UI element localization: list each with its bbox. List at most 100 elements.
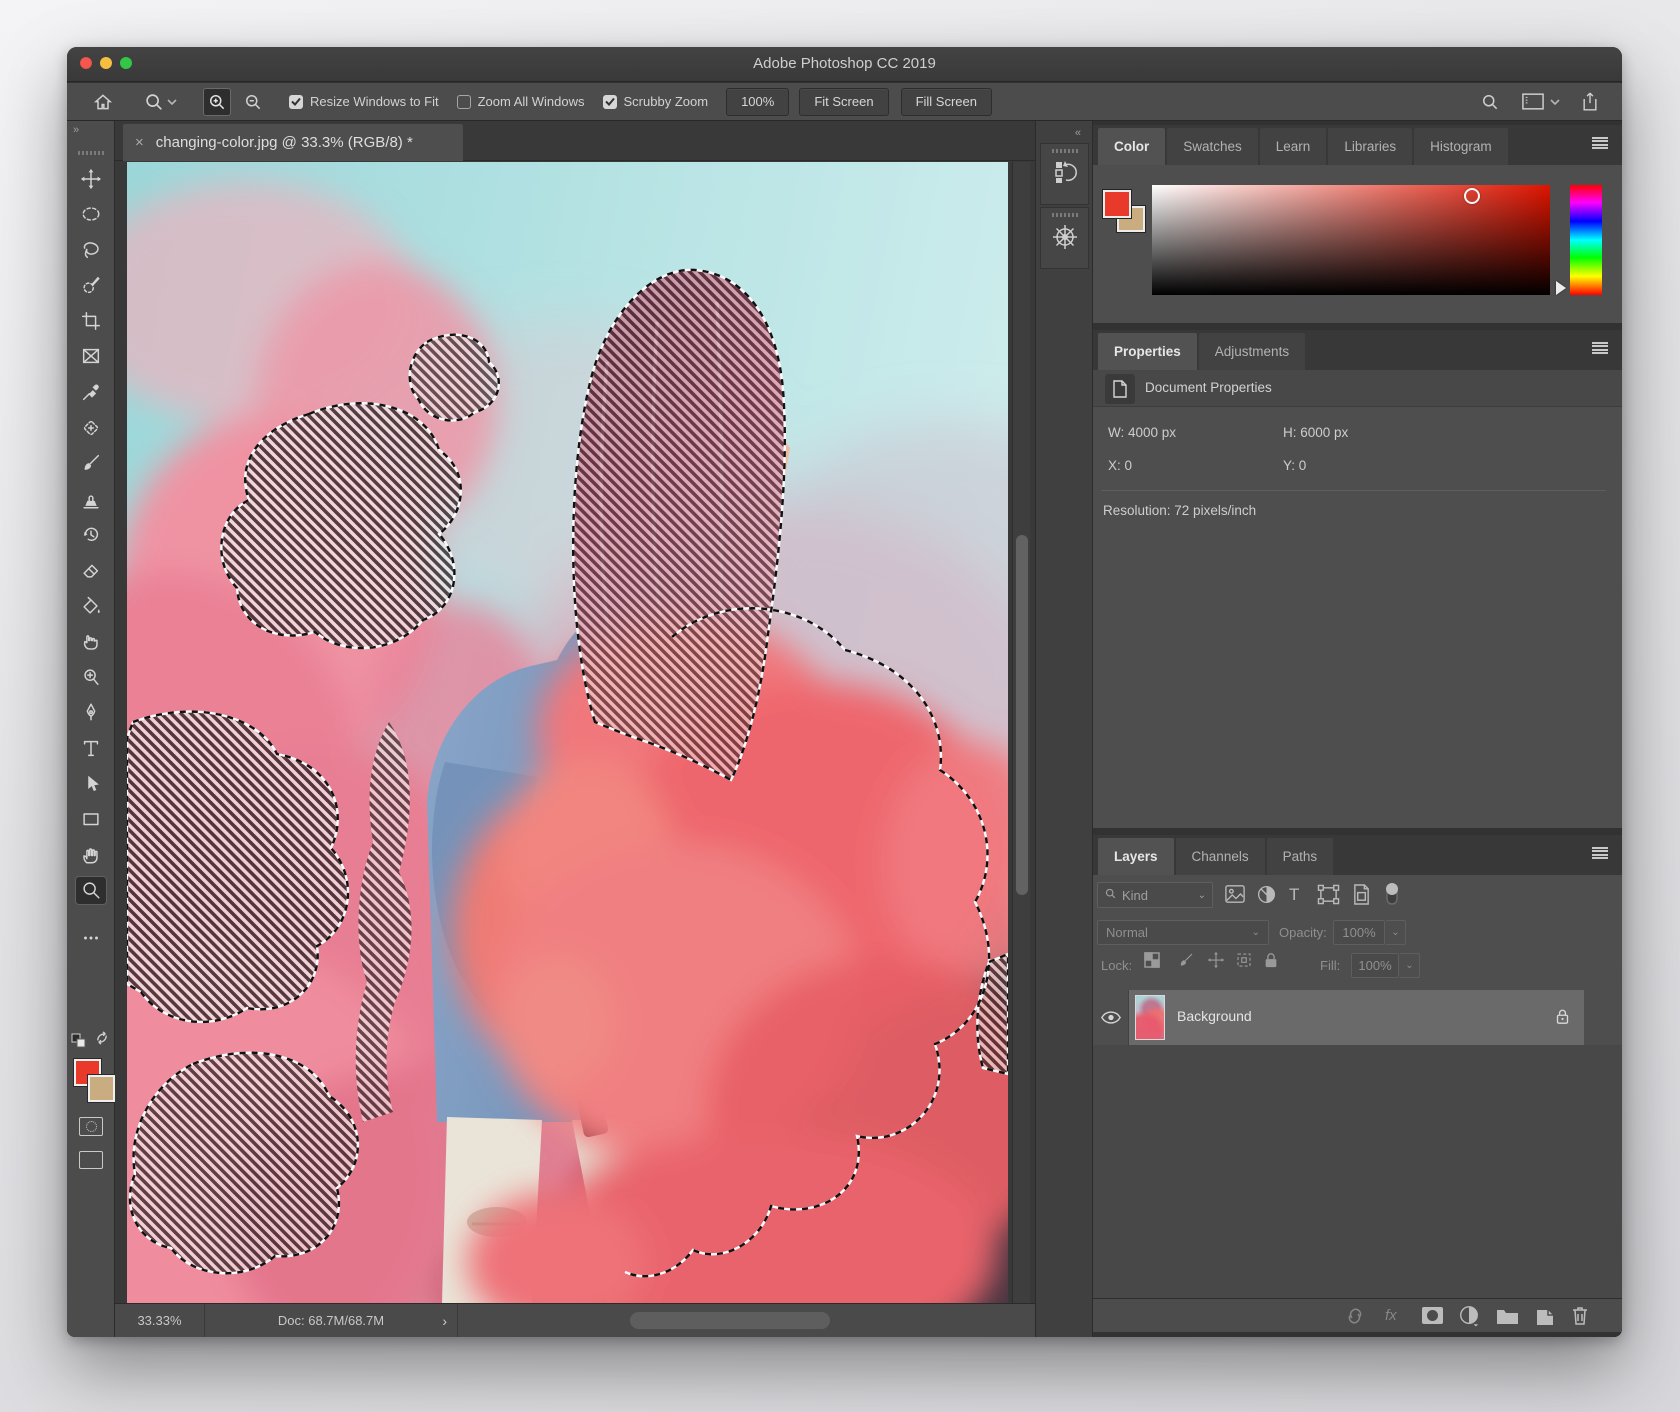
foreground-color-swatch[interactable] xyxy=(1102,189,1132,219)
opacity-field[interactable]: 100% xyxy=(1333,920,1385,945)
clone-stamp-tool[interactable] xyxy=(76,485,106,512)
search-icon[interactable] xyxy=(1480,92,1500,112)
document-tab[interactable]: × changing-color.jpg @ 33.3% (RGB/8) * xyxy=(123,124,463,161)
fill-field[interactable]: 100% xyxy=(1351,953,1399,978)
close-tab-icon[interactable]: × xyxy=(135,134,144,151)
move-tool[interactable] xyxy=(76,165,106,192)
smudge-tool[interactable] xyxy=(76,628,106,655)
status-expand-icon[interactable]: › xyxy=(442,1313,447,1329)
lasso-tool[interactable] xyxy=(76,236,106,263)
layer-thumbnail[interactable] xyxy=(1135,995,1165,1040)
fill-screen-button[interactable]: Fill Screen xyxy=(900,87,992,116)
eraser-tool[interactable] xyxy=(76,557,106,584)
color-saturation-field[interactable] xyxy=(1152,185,1550,295)
titlebar[interactable]: Adobe Photoshop CC 2019 xyxy=(67,47,1622,82)
lock-position-icon[interactable] xyxy=(1207,951,1225,974)
zoom-tool-icon[interactable] xyxy=(143,91,165,113)
filter-shape-layers-icon[interactable] xyxy=(1317,884,1340,910)
add-mask-icon[interactable] xyxy=(1420,1305,1445,1331)
tab-adjustments[interactable]: Adjustments xyxy=(1198,333,1306,370)
new-layer-icon[interactable] xyxy=(1533,1305,1556,1332)
quick-mask-button[interactable] xyxy=(79,1117,103,1136)
horizontal-scrollbar-thumb[interactable] xyxy=(630,1312,830,1329)
pen-tool[interactable] xyxy=(76,699,106,726)
fit-screen-button[interactable]: Fit Screen xyxy=(799,87,889,116)
opacity-dropdown[interactable]: ⌄ xyxy=(1386,920,1406,945)
type-tool[interactable] xyxy=(76,735,106,762)
toolbar-collapse[interactable]: » xyxy=(73,124,80,136)
fill-dropdown[interactable]: ⌄ xyxy=(1400,953,1420,978)
filter-smart-objects-icon[interactable] xyxy=(1352,884,1371,910)
crop-tool[interactable] xyxy=(76,307,106,334)
filter-adjustment-layers-icon[interactable] xyxy=(1256,884,1277,910)
screen-mode-button[interactable] xyxy=(79,1151,103,1169)
hue-slider-handle[interactable] xyxy=(1556,281,1566,295)
panel-menu-icon[interactable] xyxy=(1592,847,1608,859)
dodge-tool[interactable] xyxy=(76,663,106,690)
tab-histogram[interactable]: Histogram xyxy=(1414,128,1508,165)
resize-windows-checkbox[interactable] xyxy=(289,94,303,109)
history-panel-button[interactable] xyxy=(1040,143,1089,205)
frame-tool[interactable] xyxy=(76,343,106,370)
zoom-all-windows-checkbox[interactable] xyxy=(456,94,471,109)
chevron-down-icon[interactable] xyxy=(1550,98,1560,106)
tab-swatches[interactable]: Swatches xyxy=(1167,128,1258,165)
eyedropper-tool[interactable] xyxy=(76,379,106,406)
color-picker-marker[interactable] xyxy=(1464,188,1480,204)
lock-transparency-icon[interactable] xyxy=(1143,951,1161,974)
tab-learn[interactable]: Learn xyxy=(1259,128,1327,165)
filter-pixel-layers-icon[interactable] xyxy=(1224,884,1246,909)
new-group-icon[interactable] xyxy=(1495,1305,1520,1331)
panel-menu-icon[interactable] xyxy=(1592,137,1608,149)
zoom-tool[interactable] xyxy=(76,876,106,904)
hue-slider[interactable] xyxy=(1570,185,1602,295)
link-layers-icon[interactable] xyxy=(1343,1305,1367,1332)
hand-tool[interactable] xyxy=(76,841,106,868)
layer-style-icon[interactable]: fx xyxy=(1385,1307,1397,1324)
vertical-scrollbar[interactable] xyxy=(1012,162,1030,1303)
home-icon[interactable] xyxy=(93,92,113,112)
toolbar-grip[interactable] xyxy=(78,151,104,155)
zoom-in-button[interactable] xyxy=(203,87,231,116)
navigator-panel-button[interactable] xyxy=(1040,207,1089,269)
canvas[interactable] xyxy=(127,162,1008,1303)
tab-layers[interactable]: Layers xyxy=(1098,838,1174,875)
brush-tool[interactable] xyxy=(76,450,106,477)
lock-pixels-icon[interactable] xyxy=(1177,951,1195,974)
zoom-out-button[interactable] xyxy=(243,92,263,112)
blend-mode-select[interactable]: Normal ⌄ xyxy=(1097,920,1269,945)
background-color-swatch[interactable] xyxy=(87,1074,116,1103)
share-icon[interactable] xyxy=(1580,91,1600,112)
canvas-image[interactable] xyxy=(127,162,1008,1303)
history-brush-tool[interactable] xyxy=(76,521,106,548)
tab-channels[interactable]: Channels xyxy=(1175,838,1265,875)
dock-collapse[interactable]: « xyxy=(1075,127,1082,139)
filter-toggle[interactable] xyxy=(1384,881,1400,912)
adjustment-layer-icon[interactable] xyxy=(1458,1305,1480,1332)
elliptical-marquee-tool[interactable] xyxy=(76,201,106,228)
filter-type-layers-icon[interactable]: T xyxy=(1289,885,1299,905)
spot-healing-brush-tool[interactable] xyxy=(76,414,106,441)
tab-libraries[interactable]: Libraries xyxy=(1328,128,1413,165)
layer-visibility-cell[interactable] xyxy=(1093,990,1129,1045)
rectangle-tool[interactable] xyxy=(76,806,106,833)
vertical-scrollbar-thumb[interactable] xyxy=(1016,535,1028,895)
lock-artboard-icon[interactable] xyxy=(1235,951,1253,974)
lock-all-icon[interactable] xyxy=(1263,951,1279,974)
scrubby-zoom-checkbox[interactable] xyxy=(602,94,617,109)
delete-layer-icon[interactable] xyxy=(1570,1305,1590,1332)
workspace-icon[interactable] xyxy=(1522,93,1544,110)
doc-size-field[interactable]: Doc: 68.7M/68.7M › xyxy=(205,1304,458,1337)
zoom-level-field[interactable]: 33.33% xyxy=(115,1304,205,1337)
zoom-100-button[interactable]: 100% xyxy=(726,87,790,116)
layer-row-background[interactable]: Background xyxy=(1129,990,1584,1045)
panel-menu-icon[interactable] xyxy=(1592,342,1608,354)
tab-color[interactable]: Color xyxy=(1098,128,1166,165)
paint-bucket-tool[interactable] xyxy=(76,592,106,619)
tab-paths[interactable]: Paths xyxy=(1266,838,1334,875)
path-selection-tool[interactable] xyxy=(76,770,106,797)
default-colors-icon[interactable] xyxy=(71,1033,87,1048)
quick-selection-tool[interactable] xyxy=(76,272,106,299)
layer-filter-kind[interactable]: Kind ⌄ xyxy=(1097,882,1213,908)
chevron-down-icon[interactable] xyxy=(167,98,177,106)
